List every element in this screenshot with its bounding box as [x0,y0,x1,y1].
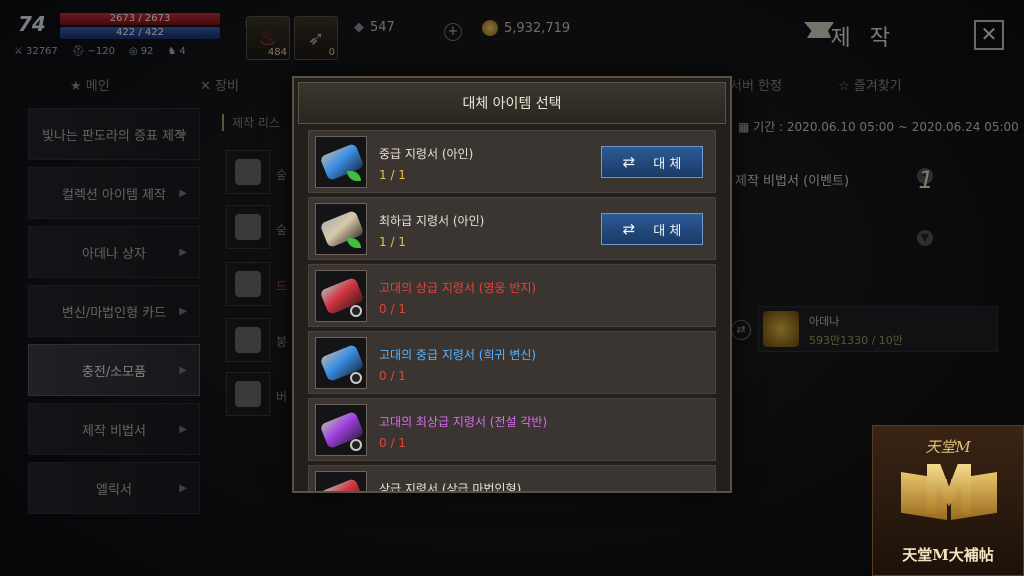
item-name: 고대의 최상급 지령서 (전설 각반) [379,415,548,429]
watermark-top-text: 天堂M [925,438,971,456]
leaf-icon [347,171,361,181]
replacement-item-row[interactable]: 중급 지령서 (아인) 1 / 1 ⇄ 대 체 [308,130,716,193]
item-count: 0 / 1 [379,436,406,450]
item-count: 1 / 1 [379,168,406,182]
replace-button[interactable]: ⇄ 대 체 [601,146,703,178]
book-logo-icon [899,464,999,528]
ring-icon [350,305,362,317]
replacement-item-row[interactable]: 고대의 최상급 지령서 (전설 각반) 0 / 1 [308,398,716,461]
replacement-item-row[interactable]: 상급 지령서 (상급 마법인형) [308,465,716,491]
replace-button[interactable]: ⇄ 대 체 [601,213,703,245]
ring-icon [350,372,362,384]
item-thumbnail [315,270,367,322]
scroll-icon [319,477,365,491]
replacement-item-row[interactable]: 고대의 중급 지령서 (희귀 변신) 0 / 1 [308,331,716,394]
item-thumbnail [315,337,367,389]
item-count: 0 / 1 [379,302,406,316]
item-name: 중급 지령서 (아인) [379,147,474,161]
item-thumbnail [315,471,367,491]
site-watermark-logo: 天堂M 天堂M大補帖 [872,425,1024,576]
replace-button-label: 대 체 [653,156,682,172]
swap-arrows-icon: ⇄ [622,153,636,171]
item-name: 고대의 상급 지령서 (영웅 반지) [379,281,537,295]
replace-button-label: 대 체 [653,223,682,239]
leaf-icon [347,238,361,248]
item-name: 고대의 중급 지령서 (희귀 변신) [379,348,537,362]
item-name: 최하급 지령서 (아인) [379,214,485,228]
item-name: 상급 지령서 (상급 마법인형) [379,482,522,491]
item-thumbnail [315,404,367,456]
item-count: 1 / 1 [379,235,406,249]
dialog-title: 대체 아이템 선택 [298,82,726,124]
item-thumbnail [315,203,367,255]
item-count: 0 / 1 [379,369,406,383]
item-thumbnail [315,136,367,188]
replacement-item-list[interactable]: 중급 지령서 (아인) 1 / 1 ⇄ 대 체 최하급 지령서 (아인) 1 / 1 ⇄ 대 … [308,130,716,491]
ring-icon [350,439,362,451]
replacement-item-dialog: 대체 아이템 선택 중급 지령서 (아인) 1 / 1 ⇄ 대 체 최하급 지령서 (아… [292,76,732,493]
swap-arrows-icon: ⇄ [622,220,636,238]
replacement-item-row[interactable]: 최하급 지령서 (아인) 1 / 1 ⇄ 대 체 [308,197,716,260]
replacement-item-row[interactable]: 고대의 상급 지령서 (영웅 반지) 0 / 1 [308,264,716,327]
watermark-bottom-text: 天堂M大補帖 [902,546,994,564]
